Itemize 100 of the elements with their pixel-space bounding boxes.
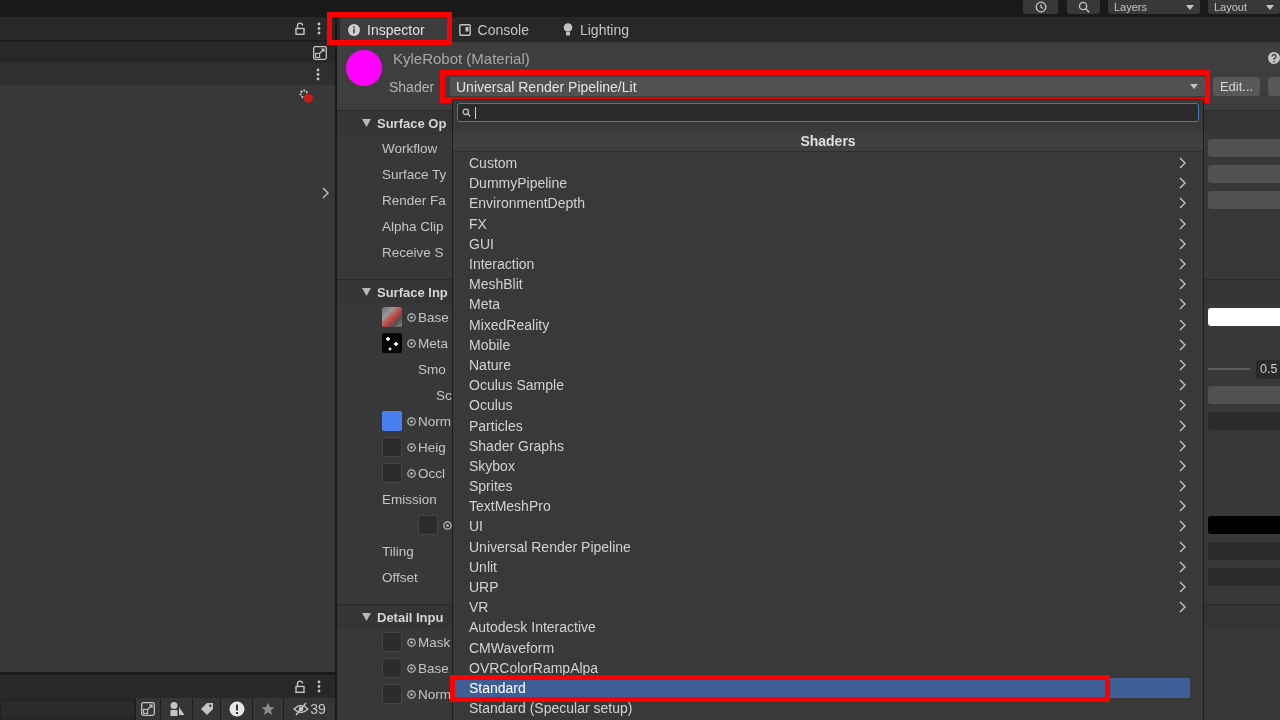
submenu-chevron-icon: [1179, 500, 1186, 513]
alert-filter-button[interactable]: [220, 698, 252, 720]
submenu-chevron-icon: [1179, 157, 1186, 170]
expanded-triangle-icon[interactable]: [362, 119, 371, 127]
submenu-chevron-icon: [1179, 318, 1186, 331]
shader-dropdown[interactable]: Universal Render Pipeline/Lit: [450, 77, 1205, 96]
favorites-button[interactable]: [252, 698, 283, 720]
menu-item[interactable]: DummyPipeline: [453, 173, 1190, 194]
menu-item[interactable]: MixedReality: [453, 314, 1190, 335]
menu-item[interactable]: Custom: [453, 153, 1190, 174]
property-label: Render Fa: [382, 192, 446, 208]
menu-item[interactable]: Skybox: [453, 455, 1190, 476]
submenu-chevron-icon: [1179, 278, 1186, 291]
text-cursor: [475, 106, 476, 119]
property-label: Surface Ty: [382, 166, 447, 182]
tab[interactable]: Inspector: [340, 17, 447, 42]
edit-button[interactable]: Edit...: [1213, 77, 1260, 96]
menu-item[interactable]: CMWaveform: [453, 637, 1190, 658]
help-icon[interactable]: [1268, 52, 1280, 64]
menu-item[interactable]: TextMeshPro: [453, 496, 1190, 517]
more-icon[interactable]: [316, 67, 320, 81]
object-picker-icon[interactable]: [407, 468, 416, 478]
menu-item[interactable]: MeshBlit: [453, 274, 1190, 295]
caret-down-icon: [1186, 4, 1194, 10]
tab[interactable]: Lighting: [554, 17, 651, 42]
history-icon: [1034, 1, 1047, 13]
object-picker-icon[interactable]: [443, 520, 452, 530]
property-label: Emission: [382, 491, 437, 507]
search-field[interactable]: [457, 103, 1199, 122]
submenu-chevron-icon: [1179, 439, 1186, 452]
dropdown-field[interactable]: [1208, 191, 1280, 209]
object-picker-icon[interactable]: [407, 338, 416, 348]
object-picker-icon[interactable]: [407, 689, 416, 699]
menu-item[interactable]: Autodesk Interactive: [453, 617, 1190, 638]
search-button[interactable]: [1067, 0, 1100, 14]
maximize-button[interactable]: [135, 698, 160, 720]
dropdown-field[interactable]: [1208, 165, 1280, 183]
property-label: Norm: [418, 413, 451, 429]
gear-badge-icon: [299, 89, 313, 103]
property-label: Alpha Clip: [382, 218, 444, 234]
expanded-triangle-icon[interactable]: [362, 288, 371, 296]
color-field[interactable]: [1208, 516, 1280, 534]
expanded-triangle-icon[interactable]: [362, 613, 371, 621]
lock-icon[interactable]: [295, 22, 305, 35]
lightbulb-icon: [562, 23, 573, 36]
menu-item[interactable]: Nature: [453, 354, 1190, 376]
tag-icon: [199, 702, 214, 716]
object-picker-icon[interactable]: [407, 663, 416, 673]
property-label: Receive S: [382, 244, 444, 260]
texture-thumbnail[interactable]: [382, 333, 402, 353]
caret-down-icon: [1266, 4, 1274, 10]
menu-item[interactable]: URP: [453, 576, 1190, 598]
layers-dropdown[interactable]: Layers: [1108, 0, 1200, 14]
eye-off-icon: [293, 702, 310, 716]
label-filter-button[interactable]: [192, 698, 220, 720]
expand-chevron-icon: [322, 187, 329, 199]
object-picker-icon[interactable]: [407, 442, 416, 452]
property-label: Mask: [418, 634, 451, 650]
hidden-count-button[interactable]: 39: [283, 698, 335, 720]
object-picker-icon[interactable]: [407, 637, 416, 647]
menu-item[interactable]: EnvironmentDepth: [453, 193, 1190, 214]
tab[interactable]: Console: [450, 17, 551, 42]
material-preview-sphere: [346, 50, 382, 86]
lock-icon[interactable]: [295, 680, 305, 693]
submenu-chevron-icon: [1179, 379, 1186, 392]
slider-value-field[interactable]: 0.5: [1256, 359, 1280, 379]
menu-item[interactable]: Interaction: [453, 253, 1190, 275]
menu-item[interactable]: Shader Graphs: [453, 435, 1190, 456]
color-field[interactable]: [1208, 308, 1280, 326]
menu-item[interactable]: Standard (Specular setup): [453, 698, 1190, 719]
more-icon[interactable]: [317, 22, 321, 35]
menu-item[interactable]: Mobile: [453, 334, 1190, 355]
property-label: Meta: [418, 335, 448, 351]
menu-item[interactable]: Oculus Sample: [453, 375, 1190, 396]
menu-item[interactable]: Particles: [453, 415, 1190, 436]
submenu-chevron-icon: [1179, 217, 1186, 230]
history-button[interactable]: [1023, 0, 1058, 14]
submenu-chevron-icon: [1179, 298, 1186, 311]
maximize-icon[interactable]: [141, 702, 155, 716]
maximize-icon[interactable]: [313, 45, 327, 60]
object-picker-icon[interactable]: [407, 416, 416, 426]
menu-item[interactable]: Meta: [453, 294, 1190, 315]
menu-item[interactable]: GUI: [453, 233, 1190, 254]
menu-item[interactable]: UI: [453, 516, 1190, 537]
menu-item[interactable]: OVRColorRampAlpa: [453, 657, 1190, 678]
object-picker-icon[interactable]: [407, 312, 416, 322]
menu-item[interactable]: Sprites: [453, 476, 1190, 497]
layout-dropdown[interactable]: Layout: [1208, 0, 1280, 14]
type-filter-button[interactable]: [160, 698, 192, 720]
menu-item[interactable]: VR: [453, 597, 1190, 618]
dropdown-field[interactable]: [1208, 139, 1280, 157]
menu-item[interactable]: Unlit: [453, 556, 1190, 577]
menu-item[interactable]: Universal Render Pipeline: [453, 536, 1190, 557]
texture-thumbnail[interactable]: [382, 411, 402, 431]
menu-item[interactable]: Oculus: [453, 395, 1190, 416]
menu-title: Shaders: [453, 131, 1203, 152]
more-icon[interactable]: [317, 680, 321, 693]
dropdown-field[interactable]: [1208, 386, 1280, 404]
texture-thumbnail[interactable]: [382, 307, 402, 327]
menu-item[interactable]: FX: [453, 213, 1190, 234]
